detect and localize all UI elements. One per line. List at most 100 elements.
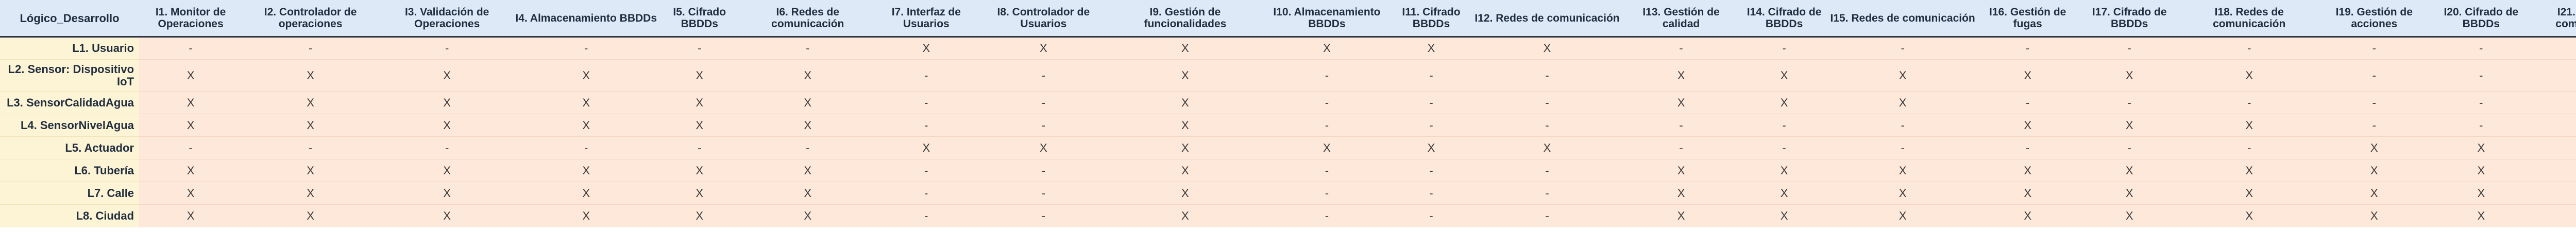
matrix-cell: X [1471, 136, 1623, 159]
matrix-cell: - [2179, 91, 2319, 114]
matrix-cell: X [515, 204, 657, 227]
matrix-cell: - [873, 91, 979, 114]
matrix-cell: - [1391, 182, 1471, 205]
matrix-cell: X [1108, 91, 1263, 114]
matrix-cell: X [1623, 204, 1739, 227]
matrix-cell: - [1471, 182, 1623, 205]
matrix-cell: X [2179, 59, 2319, 92]
matrix-cell: X [2079, 204, 2180, 227]
matrix-cell: - [979, 159, 1108, 182]
matrix-cell: - [657, 136, 742, 159]
matrix-cell: - [2318, 59, 2430, 92]
matrix-cell: X [379, 114, 516, 137]
matrix-cell: X [1739, 59, 1829, 92]
matrix-cell: X [1391, 37, 1471, 60]
matrix-cell: - [2429, 91, 2533, 114]
matrix-cell: - [1976, 37, 2079, 60]
matrix-cell: - [515, 37, 657, 60]
row-label: L7. Calle [0, 182, 140, 205]
matrix-cell: X [657, 204, 742, 227]
matrix-cell: X [2079, 182, 2180, 205]
column-header: I19. Gestión de acciones [2318, 0, 2430, 38]
matrix-cell: - [2079, 136, 2180, 159]
matrix-cell: X [742, 182, 874, 205]
matrix-cell: - [979, 59, 1108, 92]
matrix-cell: X [2179, 204, 2319, 227]
column-header: I1. Monitor de Operaciones [139, 0, 243, 38]
matrix-cell: X [1829, 182, 1976, 205]
matrix-cell: X [1471, 37, 1623, 60]
matrix-cell: X [242, 59, 379, 92]
matrix-cell: X [657, 114, 742, 137]
column-header: I21. Redes de comunicación [2532, 0, 2576, 38]
matrix-cell: - [2429, 37, 2533, 60]
matrix-cell: X [1262, 37, 1392, 60]
matrix-cell: X [657, 182, 742, 205]
header-row: Lógico_Desarrollo I1. Monitor de Operaci… [0, 0, 2576, 38]
matrix-cell: X [2079, 59, 2180, 92]
matrix-cell: X [1108, 114, 1263, 137]
matrix-cell: - [742, 37, 874, 60]
column-header: I8. Controlador de Usuarios [979, 0, 1108, 38]
matrix-cell: - [873, 204, 979, 227]
column-header: I20. Cifrado de BBDDs [2429, 0, 2533, 38]
matrix-cell: - [742, 136, 874, 159]
matrix-cell: X [2318, 182, 2430, 205]
matrix-cell: X [1108, 182, 1263, 205]
matrix-cell: X [1108, 204, 1263, 227]
column-header: I7. Interfaz de Usuarios [873, 0, 979, 38]
matrix-cell: X [1108, 159, 1263, 182]
matrix-cell: X [657, 91, 742, 114]
matrix-cell: X [2079, 114, 2180, 137]
matrix-cell: X [1829, 91, 1976, 114]
matrix-cell: X [1829, 204, 1976, 227]
matrix-cell: - [1262, 59, 1392, 92]
matrix-cell: X [1976, 159, 2079, 182]
matrix-cell: X [1829, 59, 1976, 92]
matrix-cell: - [2532, 37, 2576, 60]
table-row: L5. Actuador------XXXXXX------XXX [0, 136, 2576, 159]
table-row: L2. Sensor: Dispositivo IoT X X X X X X - - X - - - X… [0, 59, 2576, 92]
corner-label: Lógico_Desarrollo [0, 0, 140, 38]
matrix-cell: X [742, 59, 874, 92]
matrix-cell: X [242, 182, 379, 205]
matrix-cell: X [515, 182, 657, 205]
matrix-cell: - [242, 136, 379, 159]
matrix-cell: - [1471, 114, 1623, 137]
column-header: I13. Gestión de calidad [1623, 0, 1739, 38]
matrix-cell: X [742, 159, 874, 182]
matrix-cell: - [1262, 182, 1392, 205]
matrix-cell: X [2532, 204, 2576, 227]
matrix-cell: X [515, 91, 657, 114]
column-header: I9. Gestión de funcionalidades [1108, 0, 1263, 38]
matrix-cell: X [1262, 136, 1392, 159]
matrix-cell: - [1623, 37, 1739, 60]
matrix-cell: X [1108, 136, 1263, 159]
column-header: I18. Redes de comunicación [2179, 0, 2319, 38]
matrix-cell: - [2179, 37, 2319, 60]
matrix-cell: - [873, 59, 979, 92]
matrix-cell: X [873, 136, 979, 159]
matrix-cell: X [2429, 136, 2533, 159]
matrix-cell: X [2179, 182, 2319, 205]
matrix-cell: - [1976, 136, 2079, 159]
matrix-cell: - [2429, 59, 2533, 92]
matrix-cell: - [1391, 91, 1471, 114]
column-header: I15. Redes de comunicación [1829, 0, 1976, 38]
matrix-cell: X [1829, 159, 1976, 182]
matrix-cell: X [139, 114, 243, 137]
matrix-cell: X [1391, 136, 1471, 159]
table-row: L1. Usuario------XXXXXX--------- [0, 37, 2576, 60]
row-label: L6. Tubería [0, 159, 140, 182]
matrix-cell: X [657, 159, 742, 182]
row-label: L8. Ciudad [0, 204, 140, 227]
matrix-cell: - [139, 37, 243, 60]
matrix-cell: - [1471, 159, 1623, 182]
table-row: L8. CiudadXXXXXX--X---XXXXXXXXX [0, 204, 2576, 227]
matrix-cell: X [2179, 114, 2319, 137]
matrix-cell: X [979, 37, 1108, 60]
matrix-cell: X [379, 204, 516, 227]
matrix-cell: - [2532, 114, 2576, 137]
matrix-cell: X [2318, 204, 2430, 227]
matrix-cell: X [242, 91, 379, 114]
